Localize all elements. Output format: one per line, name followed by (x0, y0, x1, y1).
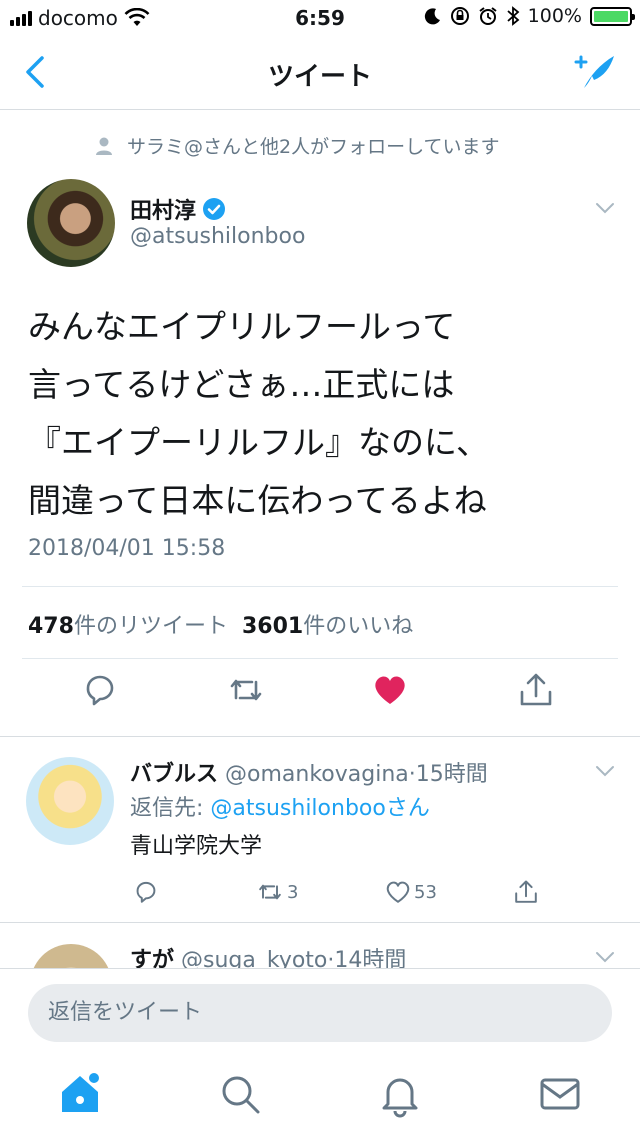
retweet-stat[interactable]: 478件のリツイート (28, 608, 228, 640)
alarm-icon (479, 7, 497, 25)
tweet-line: 『エイプーリルフル』なのに、 (28, 423, 490, 462)
person-icon (96, 137, 112, 155)
chevron-down-icon[interactable] (594, 950, 616, 964)
retweet-icon (259, 884, 281, 900)
like-label: 件のいいね (303, 614, 414, 639)
avatar[interactable] (27, 179, 115, 267)
nav-bar: ツイート (0, 36, 640, 110)
retweet-icon[interactable] (226, 670, 266, 710)
tweet-line: みんなエイプリルフールって (28, 307, 456, 346)
like-stat[interactable]: 3601件のいいね (242, 608, 413, 640)
author-name-row[interactable]: 田村淳 (130, 193, 226, 225)
author-handle[interactable]: @atsushilonboo (130, 224, 305, 249)
reply-retweet-button[interactable]: 3 (255, 878, 298, 906)
status-bar: docomo 6:59 100% (0, 0, 640, 36)
like-heart-icon[interactable] (370, 670, 410, 710)
reply-retweet-count: 3 (287, 881, 299, 903)
share-icon (515, 880, 537, 903)
retweet-label: 件のリツイート (73, 614, 228, 639)
replying-to-prefix: 返信先: (130, 796, 211, 821)
social-context: サラミ@さんと他2人がフォローしています (95, 132, 500, 159)
tweet-line: 言ってるけどさぁ…正式には (28, 365, 455, 404)
home-icon[interactable] (56, 1070, 104, 1118)
battery-percent: 100% (527, 5, 582, 27)
messages-envelope-icon[interactable] (536, 1070, 584, 1118)
page-title: ツイート (267, 62, 372, 92)
separator (0, 922, 640, 923)
tweet-timestamp: 2018/04/01 15:58 (28, 536, 226, 561)
reply-composer-input[interactable]: 返信をツイート (28, 984, 612, 1042)
verified-badge-icon (203, 198, 226, 220)
reply-icon (136, 881, 156, 903)
reply-time: ·15時間 (408, 762, 488, 787)
reply-header: バブルス @omankovagina·15時間 (130, 756, 488, 788)
share-icon[interactable] (516, 670, 556, 710)
replying-to: 返信先: @atsushilonbooさん (130, 790, 430, 822)
divider (22, 586, 618, 587)
battery-icon (590, 6, 635, 26)
reply-icon[interactable] (80, 670, 120, 710)
reply-text: 青山学院大学 (130, 834, 263, 859)
reply-author-handle[interactable]: @omankovagina (225, 762, 409, 787)
chevron-down-icon[interactable] (594, 201, 616, 215)
reply-reply-button[interactable] (132, 878, 160, 906)
bluetooth-icon (507, 6, 520, 26)
social-context-text: サラミ@さんと他2人がフォローしています (127, 136, 500, 158)
tweet-line: 間違って日本に伝わってるよね (28, 481, 487, 520)
compose-tweet-icon[interactable] (570, 52, 618, 92)
tweet-text: みんなエイプリルフールって 言ってるけどさぁ…正式には 『エイプーリルフル』なの… (28, 298, 628, 530)
replying-to-link[interactable]: @atsushilonbooさん (210, 796, 429, 821)
moon-icon (424, 8, 440, 25)
author-name[interactable]: 田村淳 (130, 193, 196, 225)
chevron-down-icon[interactable] (594, 764, 616, 778)
divider (22, 658, 618, 659)
reply-actions: 3 53 (0, 872, 640, 912)
reply-avatar[interactable] (26, 757, 114, 845)
retweet-count: 478 (28, 614, 74, 639)
tweet-stats: 478件のリツイート 3601件のいいね (28, 608, 413, 640)
rotation-lock-icon (450, 7, 469, 25)
reply-like-count: 53 (414, 881, 437, 903)
reply-author-name[interactable]: バブルス (130, 762, 218, 787)
notifications-bell-icon[interactable] (376, 1070, 424, 1118)
like-count: 3601 (241, 614, 304, 639)
search-icon[interactable] (216, 1070, 264, 1118)
reply-share-button[interactable] (512, 878, 540, 906)
tab-bar (0, 1066, 640, 1136)
heart-outline-icon (386, 881, 410, 903)
tweet-actions (0, 670, 640, 726)
reply-like-button[interactable]: 53 (384, 878, 437, 906)
separator (0, 736, 640, 737)
